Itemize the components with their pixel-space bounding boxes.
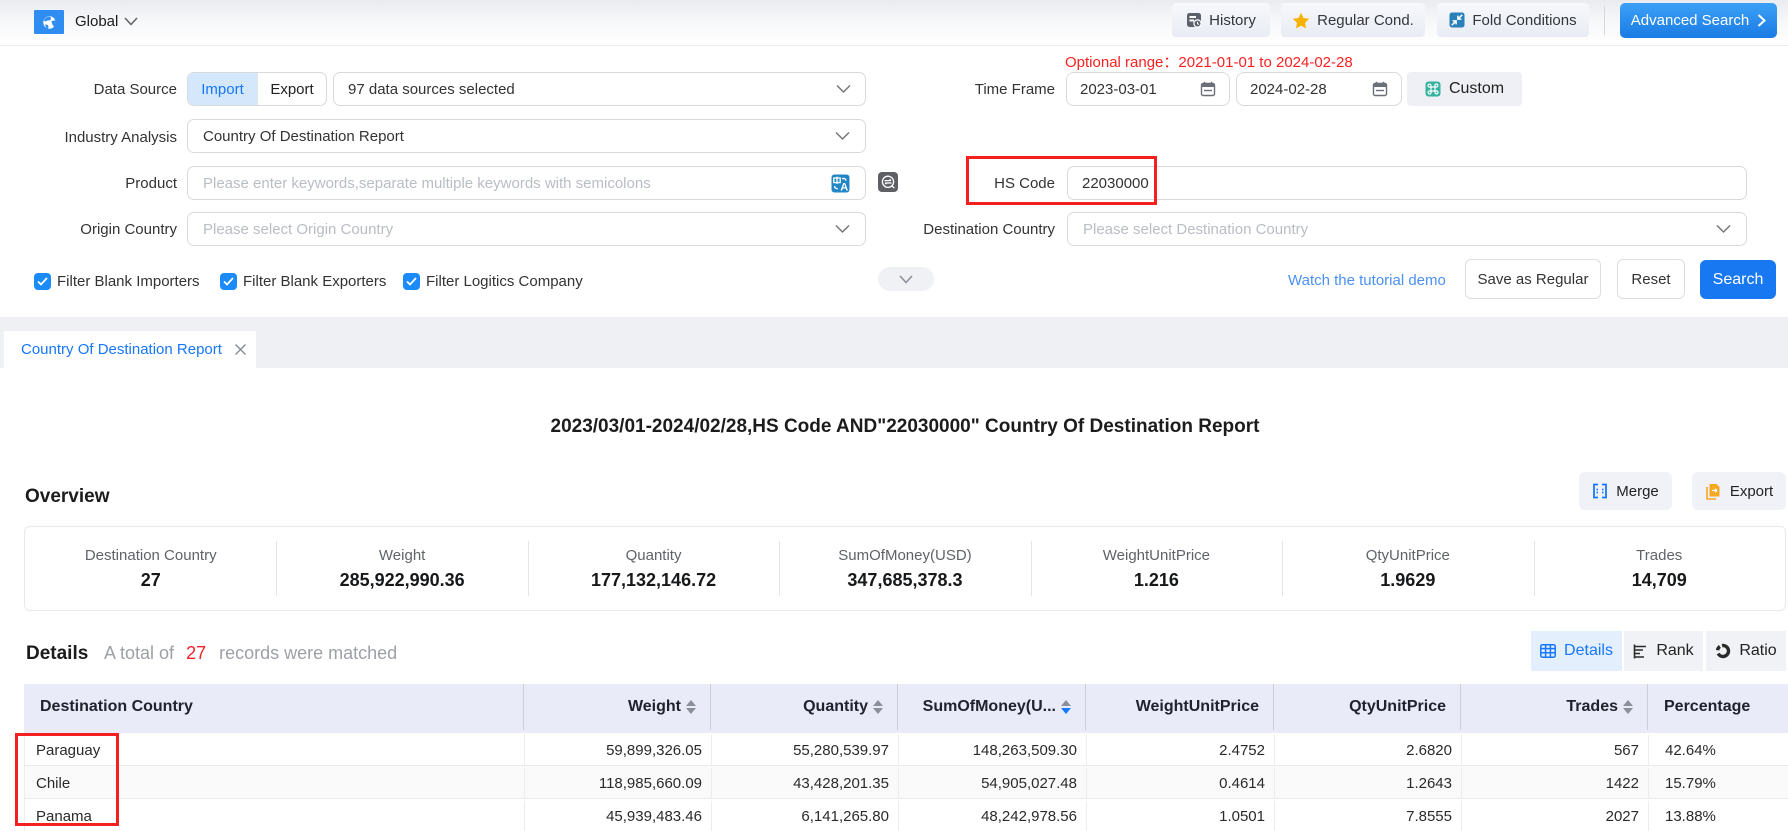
- svg-text:A: A: [840, 181, 848, 193]
